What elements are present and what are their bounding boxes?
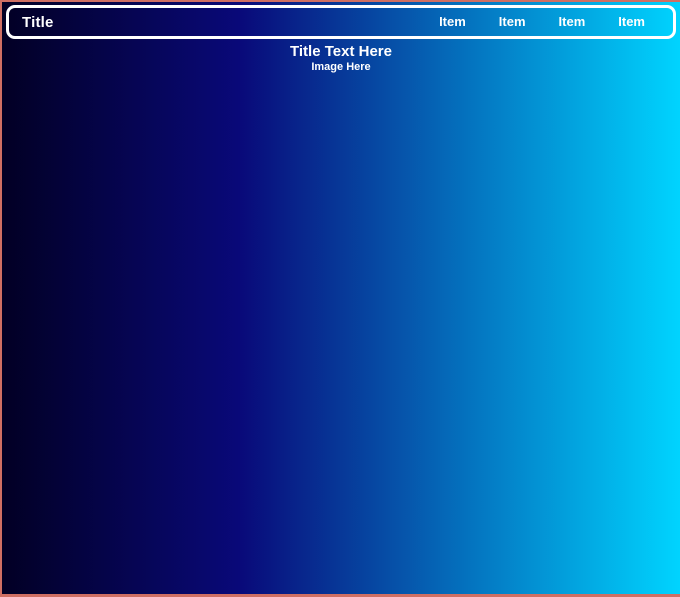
nav-list-item: Item — [618, 13, 645, 31]
hero-subtitle: Image Here — [311, 61, 371, 73]
page: Title Item Item Item Item Title Text Her… — [0, 0, 680, 597]
nav-list-item: Item — [439, 13, 466, 31]
hero-section: Title Text Here Image Here — [2, 44, 680, 74]
nav-list-item: Item — [499, 13, 526, 31]
navbar-brand[interactable]: Title — [22, 14, 54, 31]
navbar: Title Item Item Item Item — [6, 5, 676, 39]
nav-item-3[interactable]: Item — [559, 14, 586, 29]
hero-title: Title Text Here — [290, 43, 392, 60]
nav-list-item: Item — [559, 13, 586, 31]
nav-item-4[interactable]: Item — [618, 14, 645, 29]
navbar-links: Item Item Item Item — [439, 13, 645, 31]
nav-item-1[interactable]: Item — [439, 14, 466, 29]
nav-item-2[interactable]: Item — [499, 14, 526, 29]
